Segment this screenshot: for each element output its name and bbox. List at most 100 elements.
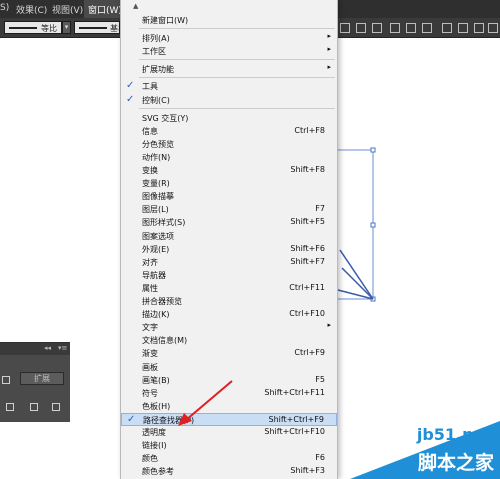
menu-item-label: 色板(H) [142,401,171,411]
checkmark-icon: ✓ [126,80,135,92]
menu-select[interactable]: S) [0,3,9,13]
menu-item-24[interactable]: 渐变 Ctrl+F9 [121,347,337,360]
menu-item-8[interactable]: 分色预览 [121,138,337,151]
align-icons-group [338,20,500,36]
menu-item-label: 画笔(B) [142,375,170,385]
trim-icon[interactable] [30,403,38,411]
menu-item-32[interactable]: 颜色 F6 [121,452,337,465]
menu-item-label: 对齐 [142,257,158,267]
menu-item-6[interactable]: SVG 交互(Y) [121,112,337,125]
menu-item-22[interactable]: 文字 ▸ [121,321,337,334]
menu-item-12[interactable]: 图像描摹 [121,190,337,203]
align-middle-icon[interactable] [406,23,416,33]
menu-item-15[interactable]: 图案选项 [121,230,337,243]
menu-item-1[interactable]: 排列(A) ▸ [121,32,337,45]
menu-item-shortcut: Shift+F7 [290,256,325,266]
menu-item-label: 分色预览 [142,139,174,149]
menu-item-14[interactable]: 图形样式(S) Shift+F5 [121,216,337,229]
watermark-brand: 脚本之家 [417,452,494,474]
menu-item-label: 新建窗口(W) [142,16,189,25]
menu-item-21[interactable]: 描边(K) Ctrl+F10 [121,308,337,321]
submenu-arrow-icon: ▸ [327,63,331,72]
menu-item-10[interactable]: 变换 Shift+F8 [121,164,337,177]
window-menu-dropdown: ▲ 新建窗口(W) 排列(A) ▸ 工作区 ▸ 扩展功能 ▸ ✓ 工具 ✓ 控制(C) SVG 交互(… [120,0,338,479]
align-left-icon[interactable] [340,23,350,33]
menu-item-20[interactable]: 拼合器预览 [121,295,337,308]
menu-item-19[interactable]: 属性 Ctrl+F11 [121,282,337,295]
menu-item-label: 拼合器预览 [142,297,182,306]
menu-item-label: 路径查找器(P) [143,415,195,425]
menu-item-18[interactable]: 导航器 [121,269,337,282]
menu-item-16[interactable]: 外观(E) Shift+F6 [121,243,337,256]
menu-item-25[interactable]: 画板 [121,361,337,374]
menu-item-shortcut: Shift+F3 [290,466,325,476]
menu-item-9[interactable]: 动作(N) [121,151,337,164]
menu-separator [139,107,335,109]
divide-icon[interactable] [6,403,14,411]
watermark: jb51.net 脚本之家 [350,421,500,479]
menu-item-27[interactable]: 符号 Shift+Ctrl+F11 [121,387,337,400]
brush-definition-select[interactable]: 基本 [74,21,120,34]
scroll-up-icon[interactable]: ▲ [133,2,138,10]
menu-item-shortcut: Shift+Ctrl+F11 [264,387,325,397]
menu-item-5[interactable]: ✓ 控制(C) [121,94,337,107]
pathfinder-panel: ◂◂ ▾≡ 扩展 [0,342,70,422]
menu-item-11[interactable]: 变量(R) [121,177,337,190]
stroke-preview [9,27,37,29]
menu-item-label: 文档信息(M) [142,336,188,346]
menu-item-7[interactable]: 信息 Ctrl+F8 [121,125,337,138]
submenu-arrow-icon: ▸ [327,45,331,54]
stroke-profile-select[interactable]: 等比 [4,21,62,34]
menu-item-label: 透明度 [142,428,166,437]
menu-item-shortcut: Shift+F8 [290,165,325,174]
stroke-profile-label: 等比 [41,24,57,33]
align-top-icon[interactable] [390,23,400,33]
shape-mode-icon[interactable] [2,376,10,384]
menu-item-31[interactable]: 链接(I) [121,439,337,452]
align-right-icon[interactable] [372,23,382,33]
menu-separator [139,77,335,79]
align-bottom-icon[interactable] [422,23,432,33]
menu-item-29[interactable]: ✓ 路径查找器(P) Shift+Ctrl+F9 [121,412,337,426]
menu-item-label: 排列(A) [142,34,170,44]
expand-button[interactable]: 扩展 [20,372,64,385]
distribute-center-icon[interactable] [458,23,468,33]
chevron-down-icon[interactable]: ▾ [62,21,71,34]
menu-item-4[interactable]: ✓ 工具 [121,80,337,93]
menu-item-17[interactable]: 对齐 Shift+F7 [121,256,337,269]
distribute-bottom-icon[interactable] [474,23,484,33]
panel-menu-icon[interactable]: ▾≡ [58,344,67,352]
menu-item-13[interactable]: 图层(L) F7 [121,203,337,216]
menu-item-28[interactable]: 色板(H) [121,400,337,413]
distribute-h-icon[interactable] [488,23,498,33]
menu-item-label: 颜色参考 [142,467,174,477]
menu-item-label: SVG 交互(Y) [142,113,189,123]
menu-item-shortcut: F7 [315,204,325,214]
distribute-top-icon[interactable] [442,23,452,33]
menu-item-shortcut: Shift+F5 [290,217,325,227]
menu-item-label: 描边(K) [142,310,170,320]
brush-definition-label: 基本 [110,24,119,33]
brush-preview [79,27,107,29]
menu-item-3[interactable]: 扩展功能 ▸ [121,63,337,76]
menu-item-0[interactable]: 新建窗口(W) [121,14,337,27]
menu-item-26[interactable]: 画笔(B) F5 [121,374,337,387]
watermark-site: jb51.net [416,425,492,444]
menu-item-label: 导航器 [142,270,166,280]
menu-item-label: 属性 [142,283,158,293]
menu-item-23[interactable]: 文档信息(M) [121,334,337,347]
align-center-icon[interactable] [356,23,366,33]
submenu-arrow-icon: ▸ [327,32,331,41]
menu-item-label: 画板 [142,362,158,372]
menu-item-label: 信息 [142,126,158,136]
menu-effect[interactable]: 效果(C) [16,3,47,16]
menu-item-33[interactable]: 颜色参考 Shift+F3 [121,465,337,478]
menu-item-label: 工具 [142,82,158,92]
menu-item-2[interactable]: 工作区 ▸ [121,45,337,58]
menu-view[interactable]: 视图(V) [52,3,83,16]
menu-item-30[interactable]: 透明度 Shift+Ctrl+F10 [121,426,337,439]
collapse-icon[interactable]: ◂◂ [44,344,51,352]
menu-item-label: 符号 [142,388,158,398]
merge-icon[interactable] [52,403,60,411]
menu-item-shortcut: Ctrl+F9 [294,348,325,358]
